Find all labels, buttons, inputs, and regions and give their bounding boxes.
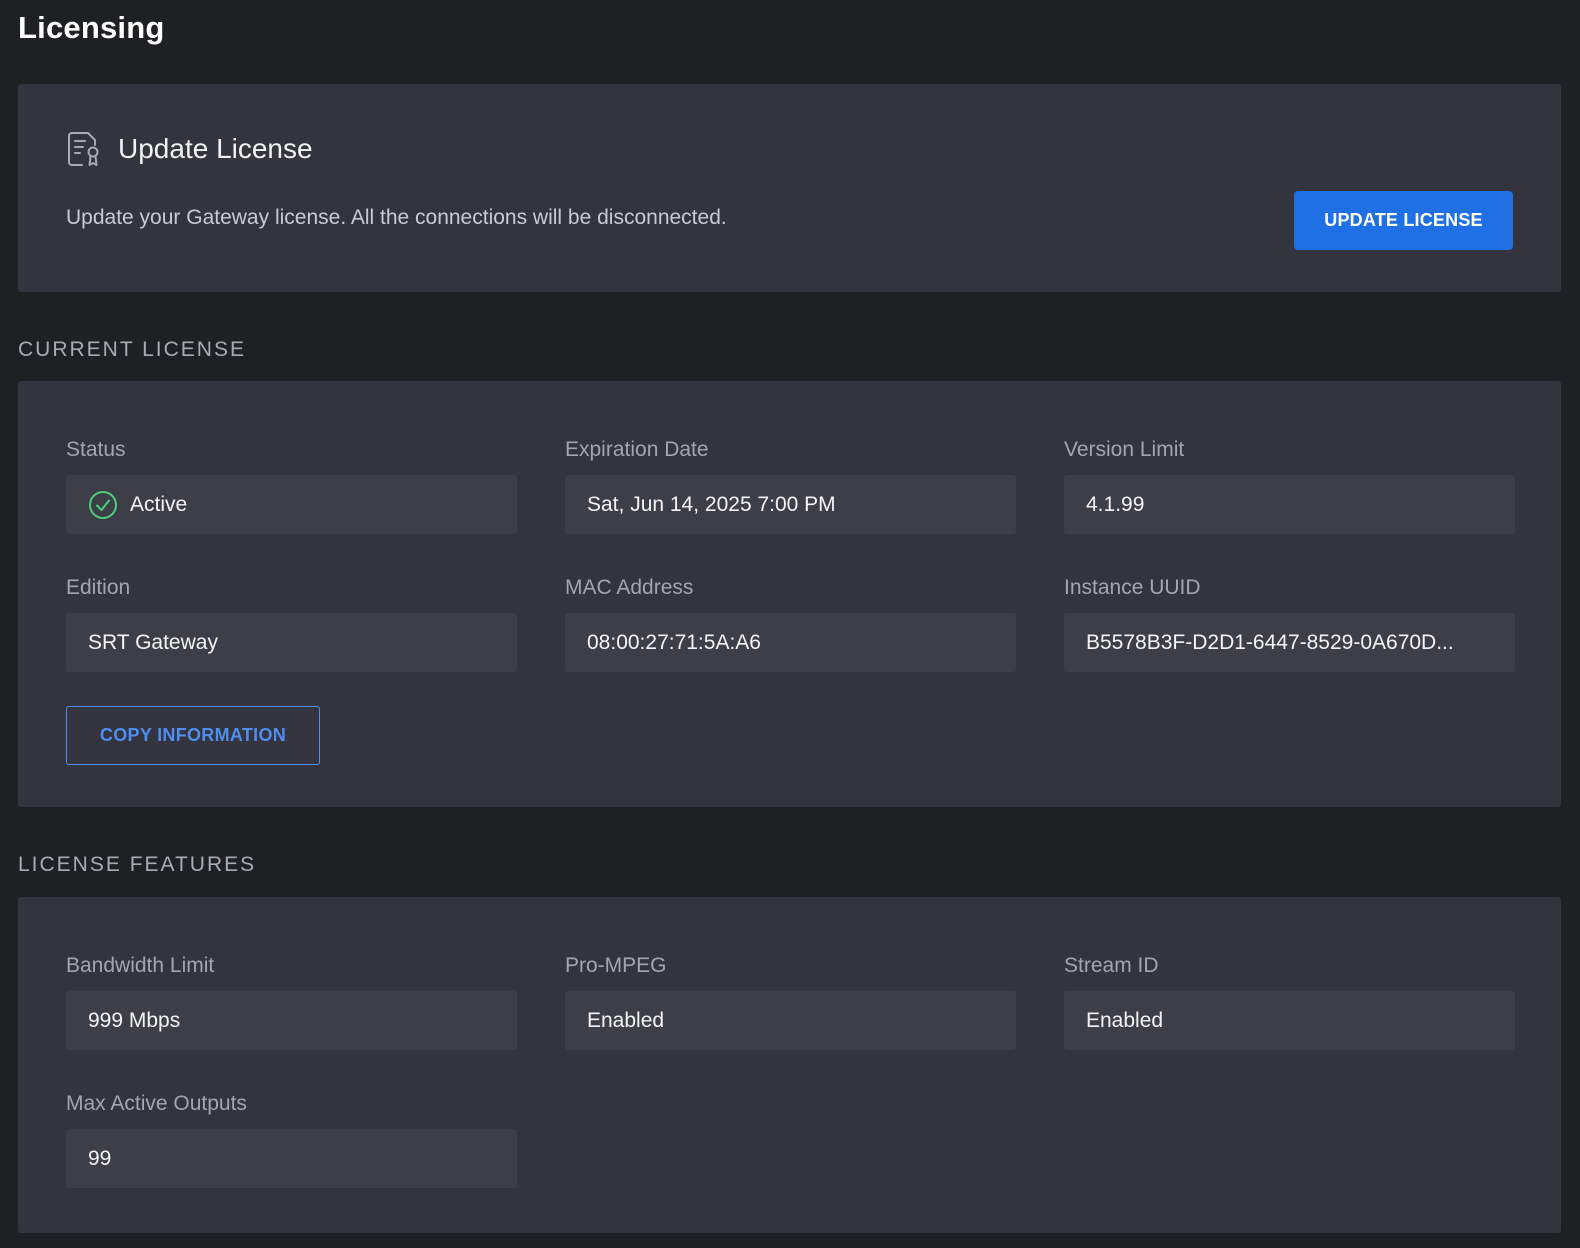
edition-label: Edition [66, 576, 131, 599]
instance-uuid-value-box: B5578B3F-D2D1-6447-8529-0A670D... [1064, 613, 1515, 672]
copy-information-button[interactable]: COPY INFORMATION [66, 706, 320, 765]
max-active-outputs-value-box: 99 [66, 1129, 517, 1188]
page-title: Licensing [18, 10, 165, 45]
version-limit-label: Version Limit [1064, 438, 1185, 461]
pro-mpeg-label: Pro-MPEG [565, 954, 667, 977]
mac-address-value: 08:00:27:71:5A:A6 [587, 630, 761, 654]
stream-id-value-box: Enabled [1064, 991, 1515, 1050]
expiration-date-label: Expiration Date [565, 438, 709, 461]
pro-mpeg-value-box: Enabled [565, 991, 1016, 1050]
instance-uuid-value: B5578B3F-D2D1-6447-8529-0A670D... [1086, 630, 1454, 654]
max-active-outputs-field: Max Active Outputs 99 [66, 1090, 517, 1188]
current-license-card: Status Active Expiration Date Sat, Jun 1… [18, 381, 1561, 807]
pro-mpeg-field: Pro-MPEG Enabled [565, 952, 1016, 1050]
edition-value-box: SRT Gateway [66, 613, 517, 672]
edition-value: SRT Gateway [88, 630, 218, 654]
bandwidth-limit-value: 999 Mbps [88, 1008, 181, 1032]
instance-uuid-label: Instance UUID [1064, 576, 1201, 599]
stream-id-label: Stream ID [1064, 954, 1159, 977]
status-field: Status Active [66, 436, 517, 534]
max-active-outputs-value: 99 [88, 1146, 112, 1170]
update-license-button[interactable]: UPDATE LICENSE [1294, 191, 1513, 250]
max-active-outputs-label: Max Active Outputs [66, 1092, 247, 1115]
bandwidth-limit-value-box: 999 Mbps [66, 991, 517, 1050]
instance-uuid-field: Instance UUID B5578B3F-D2D1-6447-8529-0A… [1064, 574, 1515, 672]
status-value-box: Active [66, 475, 517, 534]
expiration-date-field: Expiration Date Sat, Jun 14, 2025 7:00 P… [565, 436, 1016, 534]
pro-mpeg-value: Enabled [587, 1008, 665, 1032]
license-features-card: Bandwidth Limit 999 Mbps Pro-MPEG Enable… [18, 897, 1561, 1233]
license-features-section-title: LICENSE FEATURES [18, 853, 257, 876]
update-license-header: Update License [66, 130, 313, 168]
stream-id-field: Stream ID Enabled [1064, 952, 1515, 1050]
current-license-section-title: CURRENT LICENSE [18, 338, 246, 361]
expiration-date-value-box: Sat, Jun 14, 2025 7:00 PM [565, 475, 1016, 534]
version-limit-value-box: 4.1.99 [1064, 475, 1515, 534]
mac-address-value-box: 08:00:27:71:5A:A6 [565, 613, 1016, 672]
bandwidth-limit-field: Bandwidth Limit 999 Mbps [66, 952, 517, 1050]
license-document-icon [68, 132, 99, 166]
stream-id-value: Enabled [1086, 1008, 1164, 1032]
mac-address-field: MAC Address 08:00:27:71:5A:A6 [565, 574, 1016, 672]
licensing-page: Licensing Update License Update your Gat… [0, 0, 1580, 1248]
update-license-title: Update License [118, 133, 313, 164]
bandwidth-limit-label: Bandwidth Limit [66, 954, 215, 977]
check-circle-icon [89, 490, 117, 519]
mac-address-label: MAC Address [565, 576, 694, 599]
edition-field: Edition SRT Gateway [66, 574, 517, 672]
update-license-description: Update your Gateway license. All the con… [66, 206, 727, 229]
expiration-date-value: Sat, Jun 14, 2025 7:00 PM [587, 492, 836, 516]
version-limit-field: Version Limit 4.1.99 [1064, 436, 1515, 534]
status-value: Active [130, 492, 188, 516]
update-license-card: Update License Update your Gateway licen… [18, 84, 1561, 292]
version-limit-value: 4.1.99 [1086, 492, 1145, 516]
status-label: Status [66, 438, 126, 461]
